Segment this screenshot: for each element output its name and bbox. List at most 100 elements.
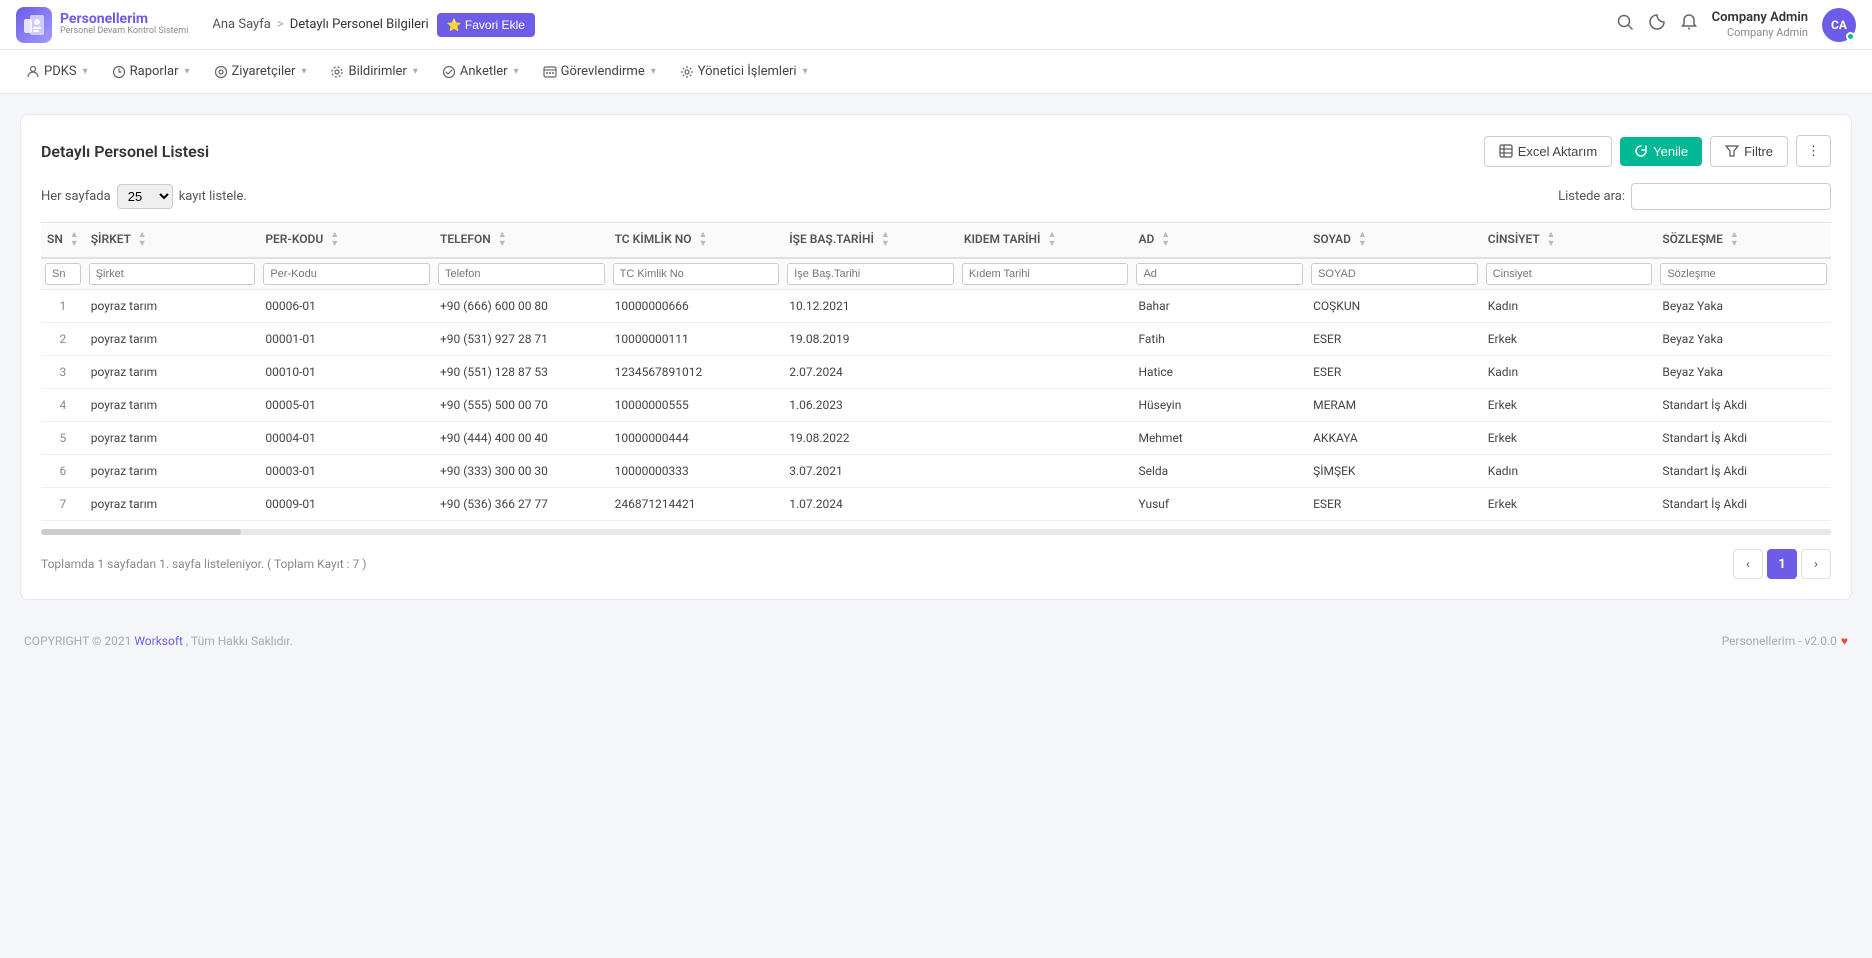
prev-page-button[interactable]: ‹ (1733, 549, 1763, 579)
table-row[interactable]: 5poyraz tarım00004-01+90 (444) 400 00 40… (41, 422, 1831, 455)
cell-sn: 6 (41, 455, 85, 488)
yenile-button[interactable]: Yenile (1620, 137, 1702, 166)
col-sn[interactable]: SN ▲▼ (41, 223, 85, 259)
nav-pdks[interactable]: PDKS ▾ (16, 58, 98, 85)
filter-per-kodu[interactable] (263, 263, 430, 285)
nav-anketler[interactable]: Anketler ▾ (432, 58, 529, 85)
next-page-button[interactable]: › (1801, 549, 1831, 579)
cell-cinsiyet: Erkek (1482, 488, 1657, 521)
cell-sirket: poyraz tarım (85, 323, 260, 356)
filter-telefon[interactable] (438, 263, 605, 285)
footer-right: Personellerim - v2.0.0 ♥ (1722, 634, 1848, 648)
col-cinsiyet[interactable]: CİNSİYET ▲▼ (1482, 223, 1657, 259)
col-sozlesme[interactable]: SÖZLEŞME ▲▼ (1656, 223, 1831, 259)
col-soyad[interactable]: SOYAD ▲▼ (1307, 223, 1482, 259)
col-ise-bas[interactable]: İŞE BAŞ.TARİHİ ▲▼ (783, 223, 958, 259)
cell-cinsiyet: Kadın (1482, 455, 1657, 488)
nav-bildirimler[interactable]: Bildirimler ▾ (320, 58, 427, 85)
online-indicator (1846, 32, 1855, 41)
filtre-button[interactable]: Filtre (1710, 136, 1788, 167)
cell-ad: Mehmet (1132, 422, 1307, 455)
filter-ise-bas[interactable] (787, 263, 954, 285)
footer-company-link[interactable]: Worksoft (134, 634, 183, 648)
cell-kidem (958, 389, 1133, 422)
cell-sozlesme: Beyaz Yaka (1656, 356, 1831, 389)
cell-tc_no: 246871214421 (609, 488, 784, 521)
cell-telefon: +90 (555) 500 00 70 (434, 389, 609, 422)
page-title: Detaylı Personel Listesi (41, 142, 209, 161)
table-row[interactable]: 7poyraz tarım00009-01+90 (536) 366 27 77… (41, 488, 1831, 521)
filter-row (41, 258, 1831, 290)
search-icon[interactable] (1616, 13, 1634, 36)
nav-bildirimler-label: Bildirimler (348, 64, 406, 79)
bell-icon[interactable] (1680, 13, 1698, 36)
search-input[interactable] (1631, 183, 1831, 210)
nav-gorevlendirme[interactable]: Görevlendirme ▾ (533, 58, 666, 85)
filter-sn[interactable] (45, 263, 81, 285)
filter-kidem[interactable] (962, 263, 1129, 285)
col-per-kodu[interactable]: PER-KODU ▲▼ (259, 223, 434, 259)
pagination-buttons: ‹ 1 › (1733, 549, 1831, 579)
page-1-button[interactable]: 1 (1767, 549, 1797, 579)
filter-cinsiyet[interactable] (1486, 263, 1653, 285)
table-row[interactable]: 6poyraz tarım00003-01+90 (333) 300 00 30… (41, 455, 1831, 488)
filter-sirket[interactable] (89, 263, 256, 285)
cell-telefon: +90 (536) 366 27 77 (434, 488, 609, 521)
table-row[interactable]: 2poyraz tarım00001-01+90 (531) 927 28 71… (41, 323, 1831, 356)
card-actions: Excel Aktarım Yenile Filtre ⋮ (1484, 135, 1831, 167)
nav-ziyaretciler[interactable]: Ziyaretçiler ▾ (204, 58, 317, 85)
col-tc-no[interactable]: TC KİMLİK NO ▲▼ (609, 223, 784, 259)
table-row[interactable]: 4poyraz tarım00005-01+90 (555) 500 00 70… (41, 389, 1831, 422)
col-ad[interactable]: AD ▲▼ (1132, 223, 1307, 259)
avatar[interactable]: CA (1822, 8, 1856, 42)
table-header-row: SN ▲▼ ŞİRKET ▲▼ PER-KODU ▲▼ TELEFON ▲▼ T… (41, 223, 1831, 259)
col-kidem[interactable]: KIDEM TARİHİ ▲▼ (958, 223, 1133, 259)
filter-ad[interactable] (1136, 263, 1303, 285)
table-row[interactable]: 3poyraz tarım00010-01+90 (551) 128 87 53… (41, 356, 1831, 389)
search-label: Listede ara: (1558, 189, 1625, 204)
cell-sozlesme: Standart İş Akdi (1656, 422, 1831, 455)
avatar-initials: CA (1831, 18, 1847, 32)
heart-icon: ♥ (1841, 634, 1848, 648)
cell-ad: Yusuf (1132, 488, 1307, 521)
cell-kidem (958, 455, 1133, 488)
cell-soyad: ESER (1307, 323, 1482, 356)
cell-cinsiyet: Erkek (1482, 323, 1657, 356)
pagination-row: Toplamda 1 sayfadan 1. sayfa listeleniyo… (41, 549, 1831, 579)
cell-telefon: +90 (666) 600 00 80 (434, 290, 609, 323)
cell-sozlesme: Beyaz Yaka (1656, 290, 1831, 323)
cell-sn: 4 (41, 389, 85, 422)
filter-soyad[interactable] (1311, 263, 1478, 285)
main-content: Detaylı Personel Listesi Excel Aktarım Y… (0, 94, 1872, 620)
col-telefon[interactable]: TELEFON ▲▼ (434, 223, 609, 259)
col-sirket[interactable]: ŞİRKET ▲▼ (85, 223, 260, 259)
breadcrumb-home[interactable]: Ana Sayfa (212, 17, 270, 32)
nav-yonetici[interactable]: Yönetici İşlemleri ▾ (670, 58, 818, 85)
cell-sirket: poyraz tarım (85, 290, 260, 323)
fav-button[interactable]: ⭐ Favori Ekle (437, 13, 535, 37)
nav-raporlar[interactable]: Raporlar ▾ (102, 58, 200, 85)
cell-tc_no: 10000000444 (609, 422, 784, 455)
theme-icon[interactable] (1648, 13, 1666, 36)
user-info: Company Admin Company Admin (1712, 10, 1808, 39)
footer-copyright: COPYRIGHT © 2021 Worksoft , Tüm Hakkı Sa… (24, 634, 293, 648)
cell-sozlesme: Standart İş Akdi (1656, 488, 1831, 521)
cell-ad: Hatice (1132, 356, 1307, 389)
filter-sozlesme[interactable] (1660, 263, 1827, 285)
excel-button-label: Excel Aktarım (1518, 144, 1597, 159)
scrollbar-track[interactable] (41, 529, 1831, 535)
filtre-button-label: Filtre (1744, 144, 1773, 159)
logo-text: Personellerim Personel Devam Kontrol Sis… (60, 12, 188, 37)
cell-per_kodu: 00010-01 (259, 356, 434, 389)
filter-tc-no[interactable] (613, 263, 780, 285)
cell-sirket: poyraz tarım (85, 422, 260, 455)
cell-ise_bas: 1.06.2023 (783, 389, 958, 422)
table-row[interactable]: 1poyraz tarım00006-01+90 (666) 600 00 80… (41, 290, 1831, 323)
excel-button[interactable]: Excel Aktarım (1484, 136, 1612, 167)
more-button[interactable]: ⋮ (1796, 135, 1831, 167)
brand-name: Personellerim (60, 12, 188, 27)
cell-cinsiyet: Erkek (1482, 422, 1657, 455)
cell-kidem (958, 323, 1133, 356)
cell-sn: 1 (41, 290, 85, 323)
per-page-select[interactable]: 25 50 100 (117, 184, 173, 209)
